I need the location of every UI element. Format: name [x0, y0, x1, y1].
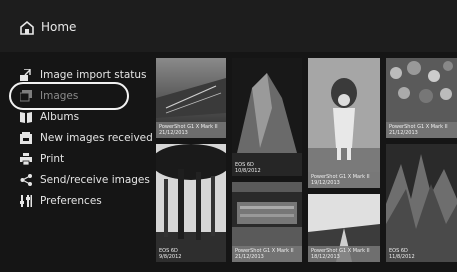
thumbnail-caption: PowerShot G1 X Mark II 19/12/2013 — [308, 172, 380, 188]
menu-label: Albums — [40, 111, 80, 123]
menu-label: Image import status — [40, 69, 147, 81]
canon-app-screen: Home Image import status Images Albums N… — [0, 0, 457, 272]
menu-item-albums[interactable]: Albums — [0, 107, 150, 127]
menu-item-new-images-received[interactable]: New images received — [0, 128, 153, 148]
thumbnail-image — [232, 58, 302, 176]
menu-label: New images received — [40, 132, 153, 144]
thumbnail-tile[interactable]: PowerShot G1 X Mark II 18/12/2013 — [308, 194, 380, 262]
images-icon — [20, 90, 32, 102]
thumbnail-tile[interactable]: PowerShot G1 X Mark II 19/12/2013 — [308, 58, 380, 188]
thumbnail-tile[interactable]: EOS 6D 10/8/2012 — [232, 58, 302, 176]
menu-label: Preferences — [40, 195, 102, 207]
thumbnail-caption: PowerShot G1 X Mark II 21/12/2013 — [232, 246, 302, 262]
share-icon — [20, 174, 32, 186]
thumbnail-grid: PowerShot G1 X Mark II 21/12/2013 EOS 6D… — [154, 52, 457, 272]
thumbnail-caption: PowerShot G1 X Mark II 18/12/2013 — [308, 246, 380, 262]
home-icon[interactable] — [19, 20, 35, 36]
thumbnail-caption: EOS 6D 10/8/2012 — [235, 162, 261, 174]
menu-item-print[interactable]: Print — [0, 149, 150, 169]
page-title: Home — [41, 20, 77, 34]
menu-item-image-import-status[interactable]: Image import status — [0, 65, 150, 85]
menu-label: Print — [40, 153, 65, 165]
thumbnail-tile[interactable]: EOS 6D 9/8/2012 — [156, 144, 226, 262]
menu-item-preferences[interactable]: Preferences — [0, 191, 150, 211]
thumbnail-caption: PowerShot G1 X Mark II 21/12/2013 — [386, 122, 457, 138]
thumbnail-tile[interactable]: EOS 6D 11/8/2012 — [386, 144, 457, 262]
header-bar: Home — [0, 0, 457, 52]
new-images-icon — [20, 132, 32, 144]
thumbnail-image — [386, 144, 457, 262]
thumbnail-tile[interactable]: PowerShot G1 X Mark II 21/12/2013 — [156, 58, 226, 138]
thumbnail-caption: EOS 6D 9/8/2012 — [159, 248, 182, 260]
thumbnail-caption: EOS 6D 11/8/2012 — [389, 248, 415, 260]
thumbnail-tile[interactable]: PowerShot G1 X Mark II 21/12/2013 — [232, 182, 302, 262]
thumbnail-tile[interactable]: PowerShot G1 X Mark II 21/12/2013 — [386, 58, 457, 138]
menu-label: Images — [40, 90, 79, 102]
albums-icon — [20, 112, 32, 123]
thumbnail-image — [156, 144, 226, 262]
import-icon — [20, 69, 31, 81]
thumbnail-caption: PowerShot G1 X Mark II 21/12/2013 — [156, 122, 226, 138]
thumbnail-image — [308, 58, 380, 188]
menu-item-images[interactable]: Images — [0, 86, 150, 106]
preferences-icon — [20, 195, 32, 207]
menu-item-send-receive-images[interactable]: Send/receive images — [0, 170, 150, 190]
printer-icon — [20, 153, 32, 165]
menu-label: Send/receive images — [40, 174, 150, 186]
